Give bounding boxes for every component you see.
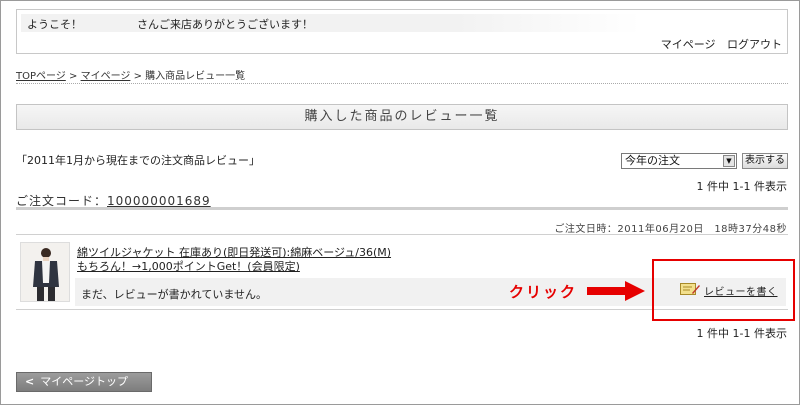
- date-divider: [16, 234, 788, 235]
- welcome-box: ようこそ！ さんご来店ありがとうございます！ マイページ ログアウト: [16, 9, 788, 54]
- period-description: 「2011年1月から現在までの注文商品レビュー」: [16, 154, 260, 167]
- page-title: 購入した商品のレビュー一覧: [16, 104, 788, 130]
- order-code-label: ご注文コード：: [16, 194, 108, 208]
- result-count-top: 1 件中 1-1 件表示: [696, 180, 787, 193]
- back-to-mypage-button[interactable]: < マイページトップ: [16, 372, 152, 392]
- product-name-link[interactable]: 綿ツイルジャケット 在庫あり(即日発送可):綿麻ベージュ/36(M): [77, 246, 391, 260]
- chevron-left-icon: <: [25, 375, 35, 388]
- period-select[interactable]: 今年の注文 ▼: [621, 153, 737, 169]
- breadcrumb-separator: >: [69, 71, 78, 82]
- result-count-bottom: 1 件中 1-1 件表示: [696, 327, 787, 340]
- mypage-link[interactable]: マイページ: [661, 38, 716, 51]
- logout-link[interactable]: ログアウト: [727, 38, 782, 51]
- period-select-value: 今年の注文: [625, 154, 680, 167]
- breadcrumb-mypage[interactable]: マイページ: [81, 71, 131, 82]
- welcome-message: ようこそ！ さんご来店ありがとうございます！: [27, 18, 313, 31]
- breadcrumb-top[interactable]: TOPページ: [16, 71, 66, 82]
- order-divider: [16, 207, 788, 210]
- user-links: マイページ ログアウト: [653, 36, 782, 52]
- show-button[interactable]: 表示する: [742, 153, 788, 169]
- product-promo-link[interactable]: もちろん！→1,000ポイントGet！(会員限定): [77, 260, 300, 274]
- back-button-label: マイページトップ: [40, 375, 128, 388]
- order-date: ご注文日時：2011年06月20日 18時37分48秒: [554, 224, 787, 235]
- breadcrumb-current: 購入商品レビュー一覧: [145, 71, 246, 82]
- breadcrumb-separator: >: [133, 71, 142, 82]
- page-frame: ようこそ！ さんご来店ありがとうございます！ マイページ ログアウト TOPペー…: [0, 0, 800, 405]
- order-code-link[interactable]: 100000001689: [107, 194, 211, 208]
- product-thumbnail[interactable]: [20, 242, 70, 302]
- click-annotation: クリック: [509, 283, 578, 301]
- no-review-message: まだ、レビューが書かれていません。: [81, 288, 268, 301]
- arrow-right-icon: [587, 281, 645, 301]
- highlight-box: [652, 259, 795, 321]
- dropdown-arrow-icon[interactable]: ▼: [723, 155, 735, 167]
- breadcrumb: TOPページ > マイページ > 購入商品レビュー一覧: [16, 67, 245, 82]
- breadcrumb-divider: [16, 83, 788, 84]
